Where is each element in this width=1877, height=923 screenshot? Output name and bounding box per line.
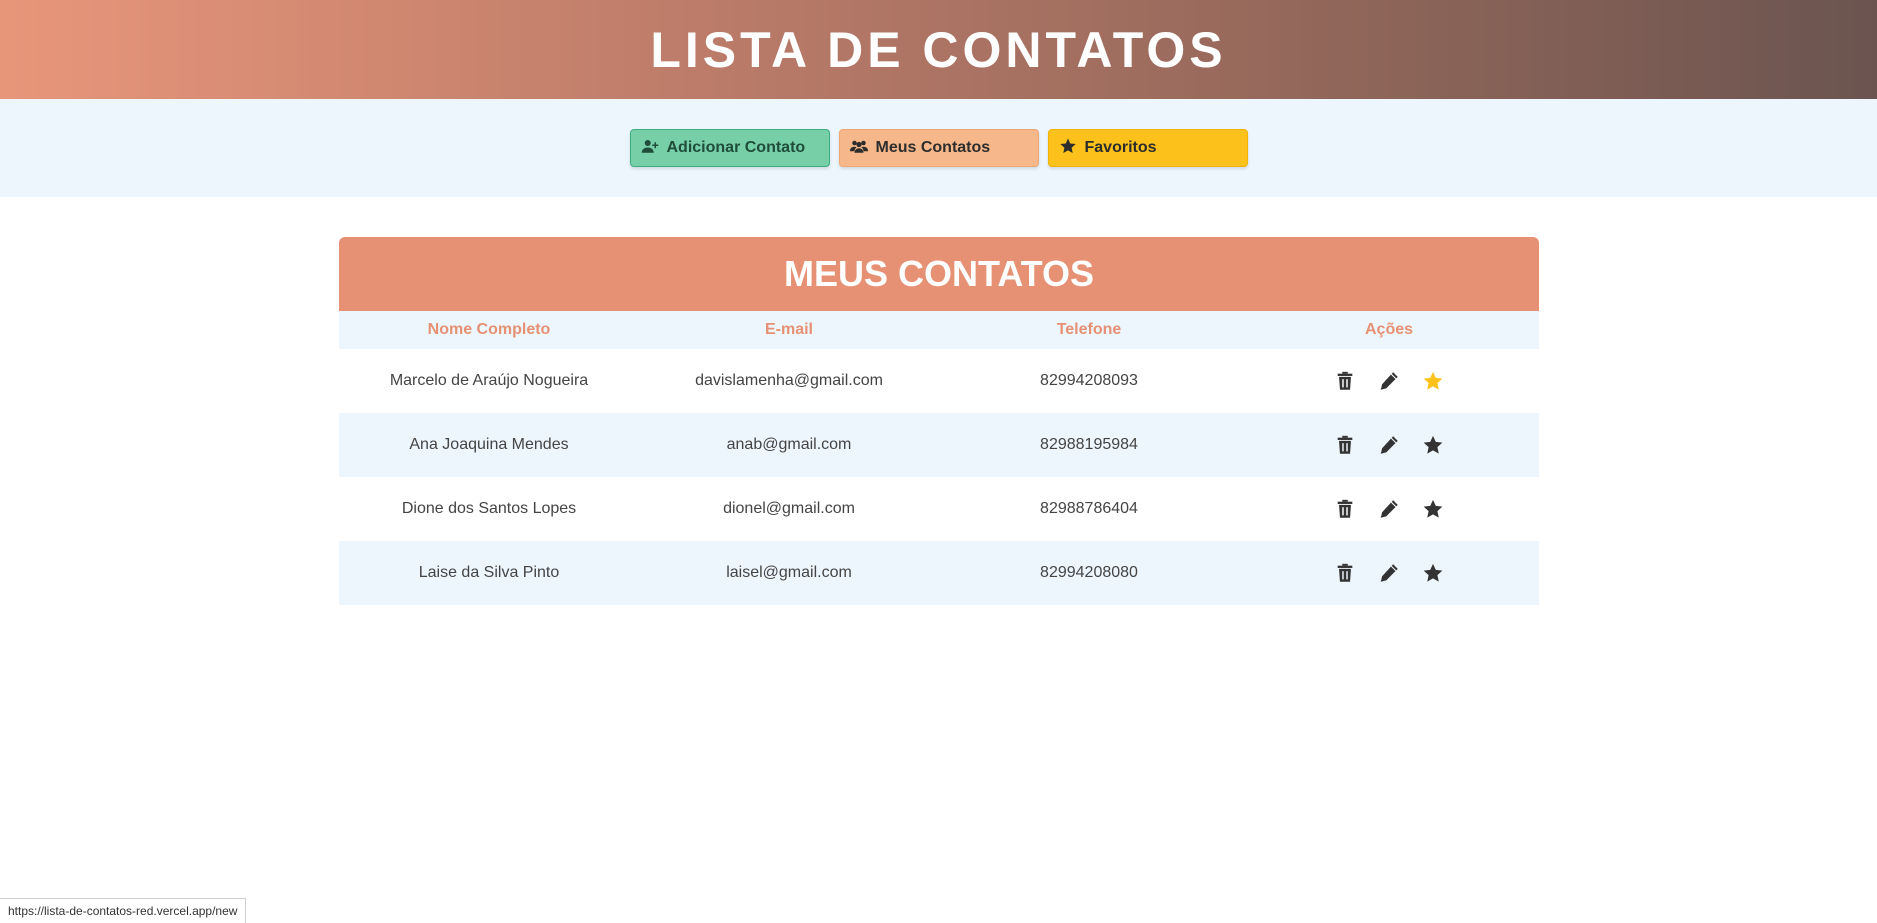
table-header-row: Nome Completo E-mail Telefone Ações <box>339 311 1539 349</box>
panel-title: MEUS CONTATOS <box>783 253 1094 294</box>
column-header-actions: Ações <box>1364 321 1414 338</box>
add-contact-label: Adicionar Contato <box>666 139 806 156</box>
users-icon <box>849 137 868 160</box>
pencil-icon[interactable] <box>1377 497 1401 521</box>
contact-email: dionel@gmail.com <box>723 500 855 517</box>
user-plus-icon <box>641 137 659 160</box>
contacts-table: Nome Completo E-mail Telefone Ações Marc… <box>339 311 1539 605</box>
add-contact-button[interactable]: Adicionar Contato <box>629 129 830 167</box>
contact-phone: 82994208080 <box>1040 564 1138 581</box>
contact-name: Dione dos Santos Lopes <box>401 500 577 517</box>
contact-email: laisel@gmail.com <box>726 564 852 581</box>
main-nav: Adicionar Contato Meus Contatos Favorito… <box>0 99 1877 197</box>
table-row: Laise da Silva Pinto laisel@gmail.com 82… <box>339 541 1539 605</box>
contact-email: anab@gmail.com <box>726 436 852 453</box>
star-icon[interactable] <box>1421 561 1445 585</box>
table-row: Ana Joaquina Mendes anab@gmail.com 82988… <box>339 413 1539 477</box>
contact-phone: 82988195984 <box>1040 436 1138 453</box>
favorites-button[interactable]: Favoritos <box>1047 129 1248 167</box>
trash-icon[interactable] <box>1333 369 1357 393</box>
contact-actions <box>1239 541 1539 605</box>
contact-name: Laise da Silva Pinto <box>418 564 560 581</box>
app-title: LISTA DE CONTATOS <box>650 21 1227 78</box>
my-contacts-button[interactable]: Meus Contatos <box>838 129 1039 167</box>
status-bar-url: https://lista-de-contatos-red.vercel.app… <box>0 898 247 923</box>
panel-header: MEUS CONTATOS <box>339 237 1539 311</box>
table-row: Dione dos Santos Lopes dionel@gmail.com … <box>339 477 1539 541</box>
contact-actions <box>1239 477 1539 541</box>
my-contacts-label: Meus Contatos <box>875 139 991 156</box>
contact-email: davislamenha@gmail.com <box>695 372 883 389</box>
column-header-name: Nome Completo <box>427 321 551 338</box>
column-header-phone: Telefone <box>1056 321 1122 338</box>
column-header-email: E-mail <box>764 321 813 338</box>
pencil-icon[interactable] <box>1377 433 1401 457</box>
contact-name: Ana Joaquina Mendes <box>409 436 569 453</box>
trash-icon[interactable] <box>1333 433 1357 457</box>
app-header: LISTA DE CONTATOS <box>0 0 1877 99</box>
trash-icon[interactable] <box>1333 497 1357 521</box>
star-icon <box>1059 137 1077 160</box>
contact-actions <box>1239 413 1539 477</box>
favorites-label: Favoritos <box>1084 139 1157 156</box>
contacts-panel: MEUS CONTATOS Nome Completo E-mail Telef… <box>339 237 1539 605</box>
contact-phone: 82988786404 <box>1040 500 1138 517</box>
contact-actions <box>1239 349 1539 413</box>
trash-icon[interactable] <box>1333 561 1357 585</box>
star-icon[interactable] <box>1421 497 1445 521</box>
star-icon[interactable] <box>1421 369 1445 393</box>
star-icon[interactable] <box>1421 433 1445 457</box>
pencil-icon[interactable] <box>1377 369 1401 393</box>
table-row: Marcelo de Araújo Nogueira davislamenha@… <box>339 349 1539 413</box>
pencil-icon[interactable] <box>1377 561 1401 585</box>
contact-name: Marcelo de Araújo Nogueira <box>389 372 589 389</box>
contact-phone: 82994208093 <box>1040 372 1138 389</box>
